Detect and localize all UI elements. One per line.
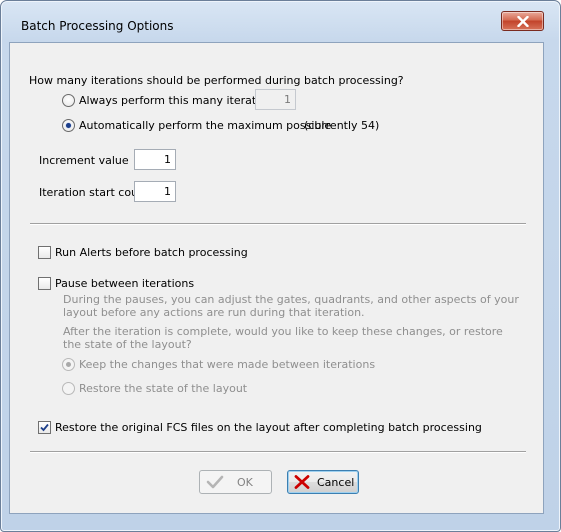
pause-checkbox[interactable] (38, 277, 51, 290)
restore-layout-radio[interactable] (62, 382, 75, 395)
restore-fcs-label: Restore the original FCS files on the la… (55, 421, 482, 434)
pause-description-line-2: layout before any actions are run during… (63, 306, 365, 319)
increment-input[interactable]: 1 (134, 149, 176, 170)
always-iterations-input[interactable]: 1 (255, 89, 296, 110)
auto-max-radio[interactable] (62, 119, 75, 132)
iterations-question: How many iterations should be performed … (29, 74, 404, 87)
auto-max-label: Automatically perform the maximum possib… (79, 119, 332, 132)
cancel-x-icon (294, 475, 310, 489)
restore-fcs-checkbox[interactable] (38, 421, 51, 434)
increment-label: Increment value (39, 154, 129, 167)
divider-top (30, 223, 526, 225)
title-bar[interactable]: Batch Processing Options (1, 1, 560, 33)
auto-max-note: (currently 54) (304, 119, 380, 132)
start-count-label: Iteration start count (39, 186, 150, 199)
cancel-button[interactable]: Cancel (287, 470, 359, 494)
always-iterations-label: Always perform this many iterations: (79, 94, 283, 107)
ok-button-label: OK (237, 476, 253, 489)
run-alerts-label: Run Alerts before batch processing (55, 246, 248, 259)
divider-bottom (30, 451, 526, 453)
keep-changes-label: Keep the changes that were made between … (79, 358, 376, 371)
pause-label: Pause between iterations (55, 277, 195, 290)
checkmark-icon (40, 423, 49, 432)
pause-description-line-4: the state of the layout? (63, 338, 192, 351)
run-alerts-checkbox[interactable] (38, 246, 51, 259)
start-count-input[interactable]: 1 (134, 181, 176, 202)
ok-button[interactable]: OK (199, 470, 272, 494)
restore-layout-label: Restore the state of the layout (79, 382, 248, 395)
keep-changes-radio[interactable] (62, 358, 75, 371)
dialog-window: Batch Processing Options How many iterat… (0, 0, 561, 532)
checkmark-icon (206, 475, 224, 489)
pause-description-line-3: After the iteration is complete, would y… (63, 325, 503, 338)
dialog-client-area: How many iterations should be performed … (9, 42, 544, 514)
cancel-button-label: Cancel (317, 476, 355, 489)
close-icon (517, 16, 529, 27)
pause-description-line-1: During the pauses, you can adjust the ga… (63, 293, 519, 306)
window-title: Batch Processing Options (21, 19, 174, 33)
close-button[interactable] (501, 11, 544, 31)
always-iterations-radio[interactable] (62, 94, 75, 107)
